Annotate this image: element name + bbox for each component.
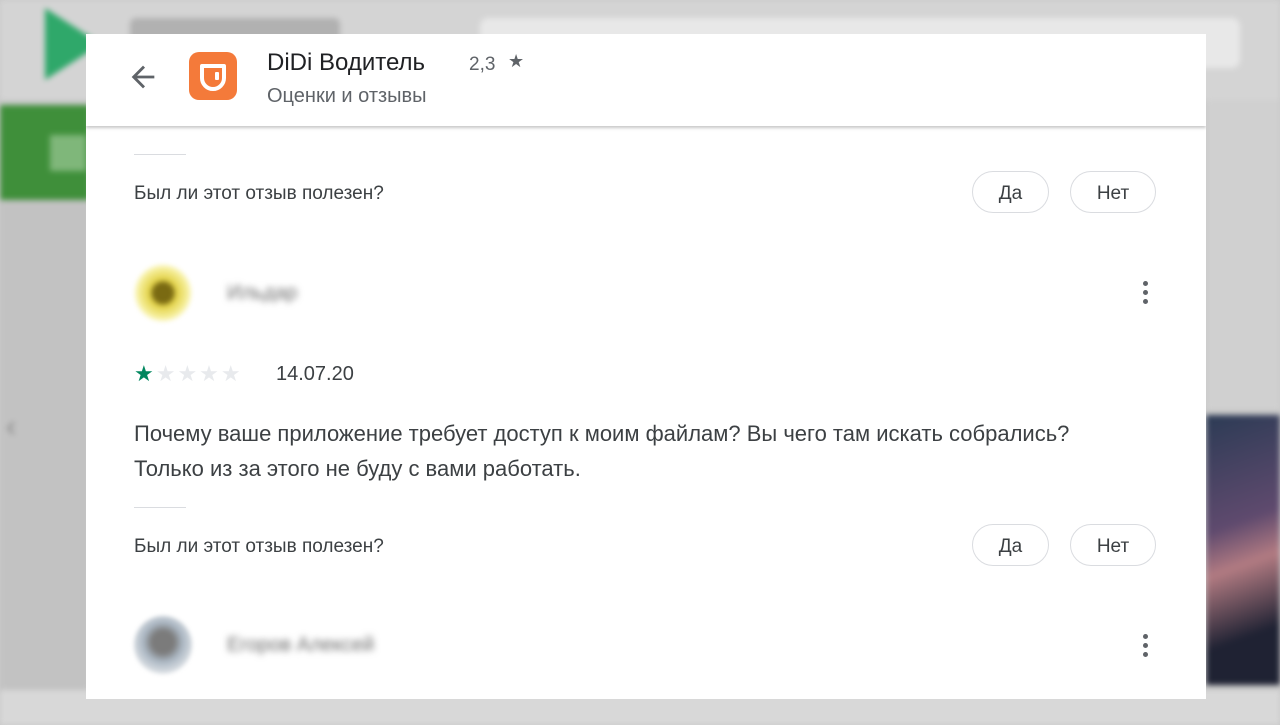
dialog-header: DiDi Водитель 2,3 ★ Оценки и отзывы (86, 34, 1206, 126)
review-date: 14.07.20 (276, 363, 354, 385)
avatar (134, 616, 192, 674)
review-rating-stars: ★★★★★ (134, 361, 243, 387)
helpful-no-button[interactable]: Нет (1070, 524, 1156, 566)
background-right-strip (1206, 100, 1280, 410)
more-vert-icon[interactable] (1140, 281, 1150, 309)
divider (134, 154, 186, 155)
star-filled-icon: ★ (134, 361, 156, 386)
dialog-subtitle: Оценки и отзывы (267, 85, 427, 107)
star-icon: ★ (508, 51, 525, 71)
helpful-no-button[interactable]: Нет (1070, 171, 1156, 213)
app-name: DiDi Водитель (267, 49, 426, 76)
review-author: Егоров Алексей (227, 634, 375, 656)
chevron-left-icon: ‹ (6, 410, 16, 443)
apps-grid-icon (50, 135, 86, 171)
helpful-yes-button[interactable]: Да (972, 524, 1049, 566)
helpful-question: Был ли этот отзыв полезен? (134, 536, 384, 557)
reviews-dialog: DiDi Водитель 2,3 ★ Оценки и отзывы Был … (86, 34, 1206, 699)
arrow-left-icon[interactable] (126, 60, 160, 94)
didi-logo-icon (189, 52, 237, 100)
more-vert-icon[interactable] (1140, 634, 1150, 662)
helpful-question: Был ли этот отзыв полезен? (134, 183, 384, 204)
background-sidebar (0, 200, 90, 725)
background-screenshot-image (1206, 415, 1280, 685)
app-rating: 2,3 (469, 54, 496, 75)
divider (134, 507, 186, 508)
review-text: Почему ваше приложение требует доступ к … (134, 421, 1070, 481)
avatar (134, 264, 192, 322)
star-empty-icon: ★★★★ (155, 361, 243, 386)
review-author: Ильдар (227, 282, 298, 304)
helpful-yes-button[interactable]: Да (972, 171, 1049, 213)
